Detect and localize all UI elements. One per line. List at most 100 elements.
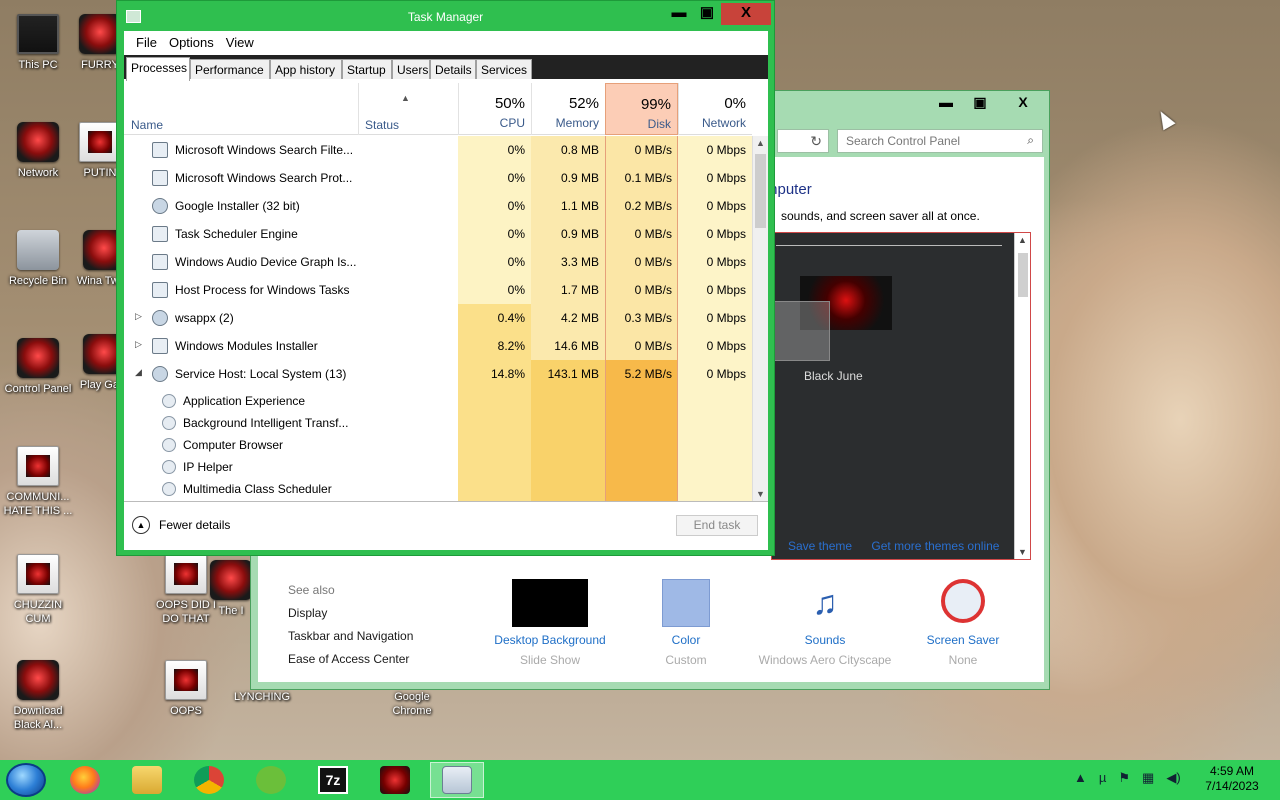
minimize-button[interactable]: ▬ bbox=[929, 91, 963, 113]
scroll-down-icon[interactable]: ▼ bbox=[1018, 547, 1027, 557]
desktop-icon-control-panel[interactable]: Control Panel bbox=[0, 338, 76, 396]
refresh-icon[interactable]: ↻ bbox=[810, 133, 822, 150]
desktop-icon-google-chrome[interactable]: Google Chrome bbox=[374, 690, 450, 718]
menu-view[interactable]: View bbox=[220, 31, 260, 55]
close-button[interactable]: X bbox=[997, 91, 1049, 113]
screen-saver-option[interactable]: Screen Saver None bbox=[913, 579, 1013, 667]
see-also-title: See also bbox=[288, 583, 335, 597]
column-cpu[interactable]: 50% CPU bbox=[458, 83, 531, 135]
time: 4:59 AM bbox=[1209, 764, 1255, 778]
clock[interactable]: 4:59 AM 7/14/2023 bbox=[1192, 764, 1272, 794]
close-button[interactable]: X bbox=[721, 3, 771, 25]
tab-processes[interactable]: Processes bbox=[126, 57, 190, 81]
end-task-button[interactable]: End task bbox=[676, 515, 758, 536]
taskbar-black-june[interactable] bbox=[368, 762, 422, 798]
system-tray: ▲ µ ⚑ ▦ ◀) bbox=[1074, 770, 1181, 786]
screen-saver-icon bbox=[941, 579, 985, 623]
mouse-cursor-icon bbox=[1154, 107, 1176, 131]
get-more-themes-link[interactable]: Get more themes online bbox=[871, 539, 999, 553]
desktop-icon-recycle-bin[interactable]: Recycle Bin bbox=[0, 230, 76, 288]
menu-options[interactable]: Options bbox=[163, 31, 220, 55]
desktop-icon-the-i[interactable]: The I bbox=[206, 560, 256, 618]
title-bar[interactable]: Task Manager ▬ ▣ X bbox=[117, 1, 774, 31]
scroll-up-icon[interactable]: ▲ bbox=[756, 138, 765, 148]
process-row[interactable]: ◢ Service Host: Local System (13) 14.8% … bbox=[124, 360, 752, 388]
tab-app-history[interactable]: App history bbox=[270, 59, 342, 79]
search-icon[interactable]: ⌕ bbox=[1027, 133, 1034, 148]
date: 7/14/2023 bbox=[1205, 779, 1259, 793]
tab-details[interactable]: Details bbox=[430, 59, 476, 79]
speaker-icon[interactable]: ◀) bbox=[1166, 770, 1180, 786]
flag-icon[interactable]: ⚑ bbox=[1118, 770, 1130, 786]
taskbar-google-chrome[interactable] bbox=[182, 762, 236, 798]
service-item[interactable]: Application Experience bbox=[124, 390, 458, 412]
process-row[interactable]: ▷ wsappx (2) 0.4% 4.2 MB 0.3 MB/s 0 Mbps bbox=[124, 304, 752, 332]
expand-icon[interactable]: ▷ bbox=[135, 311, 142, 322]
up-arrow-icon[interactable]: ▲ bbox=[1074, 770, 1087, 786]
network-icon[interactable]: ▦ bbox=[1142, 770, 1154, 786]
tab-performance[interactable]: Performance bbox=[190, 59, 270, 79]
theme-name[interactable]: Black June bbox=[804, 369, 863, 383]
start-button[interactable] bbox=[6, 763, 46, 797]
scroll-up-icon[interactable]: ▲ bbox=[1018, 235, 1027, 245]
color-option[interactable]: Color Custom bbox=[641, 579, 731, 667]
search-input[interactable]: Search Control Panel ⌕ bbox=[837, 129, 1043, 153]
scroll-thumb[interactable] bbox=[755, 154, 766, 228]
scroll-thumb[interactable] bbox=[1018, 253, 1028, 297]
minimize-button[interactable]: ▬ bbox=[665, 3, 693, 25]
see-also-ease-of-access[interactable]: Ease of Access Center bbox=[288, 648, 413, 671]
theme-list: Black June Save theme Get more themes on… bbox=[771, 232, 1031, 560]
maximize-button[interactable]: ▣ bbox=[693, 3, 721, 25]
desktop-background-swatch bbox=[512, 579, 588, 627]
taskbar-7zip[interactable]: 7z bbox=[306, 762, 360, 798]
sounds-option[interactable]: ♫ Sounds Windows Aero Cityscape bbox=[755, 579, 895, 667]
process-row[interactable]: Windows Audio Device Graph Is... 0% 3.3 … bbox=[124, 248, 752, 276]
service-item[interactable]: IP Helper bbox=[124, 456, 458, 478]
taskbar-utorrent[interactable] bbox=[244, 762, 298, 798]
taskbar-file-explorer[interactable] bbox=[120, 762, 174, 798]
vertical-scrollbar[interactable]: ▲ ▼ bbox=[752, 136, 768, 501]
expand-icon[interactable]: ▷ bbox=[135, 339, 142, 350]
scroll-down-icon[interactable]: ▼ bbox=[756, 489, 765, 499]
tab-startup[interactable]: Startup bbox=[342, 59, 392, 79]
process-row[interactable]: Google Installer (32 bit) 0% 1.1 MB 0.2 … bbox=[124, 192, 752, 220]
chevron-up-icon: ▲ bbox=[132, 516, 150, 534]
desktop-icon-lynching[interactable]: LYNCHING bbox=[224, 690, 300, 704]
taskbar-task-manager[interactable] bbox=[430, 762, 484, 798]
taskbar-firefox[interactable] bbox=[58, 762, 112, 798]
service-item[interactable]: Computer Browser bbox=[124, 434, 458, 456]
column-name[interactable]: Name bbox=[131, 118, 163, 132]
menu-file[interactable]: File bbox=[130, 31, 163, 55]
process-row[interactable]: Microsoft Windows Search Filte... 0% 0.8… bbox=[124, 136, 752, 164]
collapse-icon[interactable]: ◢ bbox=[135, 367, 142, 378]
fewer-details-button[interactable]: ▲ Fewer details bbox=[132, 516, 230, 534]
process-row[interactable]: Host Process for Windows Tasks 0% 1.7 MB… bbox=[124, 276, 752, 304]
save-theme-link[interactable]: Save theme bbox=[788, 539, 852, 553]
see-also-taskbar[interactable]: Taskbar and Navigation bbox=[288, 625, 413, 648]
service-item[interactable]: Background Intelligent Transf... bbox=[124, 412, 458, 434]
column-disk[interactable]: 99% Disk bbox=[605, 83, 678, 135]
desktop-icon-chuzzin[interactable]: CHUZZIN CUM bbox=[0, 554, 76, 626]
utorrent-tray-icon[interactable]: µ bbox=[1099, 770, 1107, 786]
document-icon bbox=[17, 554, 59, 594]
address-nav[interactable]: ↻ bbox=[777, 129, 829, 153]
desktop-icon-oops[interactable]: OOPS bbox=[148, 660, 224, 718]
gear-icon bbox=[162, 416, 176, 430]
document-icon bbox=[165, 554, 207, 594]
see-also-display[interactable]: Display bbox=[288, 602, 413, 625]
process-row[interactable]: Task Scheduler Engine 0% 0.9 MB 0 MB/s 0… bbox=[124, 220, 752, 248]
process-row[interactable]: Microsoft Windows Search Prot... 0% 0.9 … bbox=[124, 164, 752, 192]
column-network[interactable]: 0% Network bbox=[678, 83, 752, 135]
process-row[interactable]: ▷ Windows Modules Installer 8.2% 14.6 MB… bbox=[124, 332, 752, 360]
maximize-button[interactable]: ▣ bbox=[963, 91, 997, 113]
column-status[interactable]: ▲ Status bbox=[358, 83, 458, 135]
tab-services[interactable]: Services bbox=[476, 59, 532, 79]
desktop-icon-download-black[interactable]: Download Black Al... bbox=[0, 660, 76, 732]
gear-icon bbox=[162, 438, 176, 452]
desktop-icon-communi[interactable]: COMMUNI... HATE THIS ... bbox=[0, 446, 76, 518]
tab-users[interactable]: Users bbox=[392, 59, 430, 79]
theme-scrollbar[interactable]: ▲ ▼ bbox=[1014, 233, 1030, 559]
column-memory[interactable]: 52% Memory bbox=[531, 83, 605, 135]
desktop-background-option[interactable]: Desktop Background Slide Show bbox=[489, 579, 611, 667]
service-item[interactable]: Multimedia Class Scheduler bbox=[124, 478, 458, 500]
